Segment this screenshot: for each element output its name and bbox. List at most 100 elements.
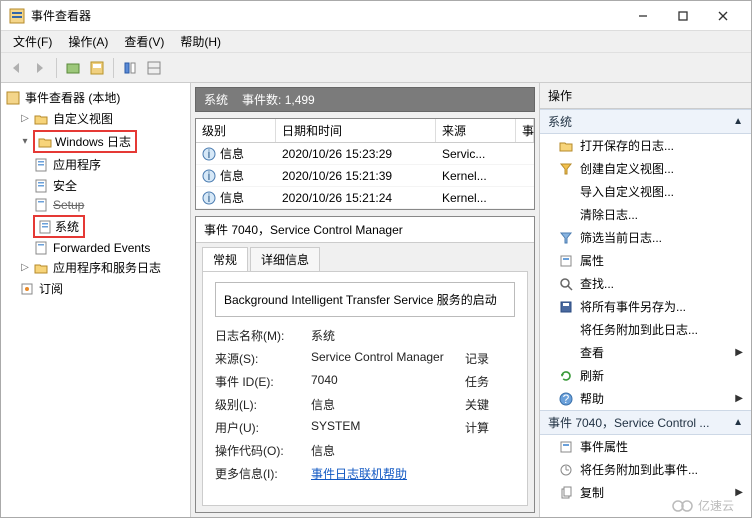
toolbar xyxy=(1,53,751,83)
toolbar-icon[interactable] xyxy=(143,57,165,79)
user-value: SYSTEM xyxy=(311,419,459,436)
save-icon xyxy=(558,299,574,315)
action-event-properties[interactable]: 事件属性 xyxy=(540,435,751,458)
action-properties[interactable]: 属性 xyxy=(540,249,751,272)
actions-header: 操作 xyxy=(540,83,751,109)
tree-forwarded-log[interactable]: Forwarded Events xyxy=(31,239,188,257)
chevron-up-icon: ▲ xyxy=(733,417,743,428)
opcode-label: 操作代码(O): xyxy=(215,442,305,459)
properties-icon xyxy=(558,439,574,455)
actions-panel: 操作 系统 ▲ 打开保存的日志... 创建自定义视图... 导入自定义视图...… xyxy=(539,83,751,517)
tree-root-icon xyxy=(5,90,21,106)
action-create-custom-view[interactable]: 创建自定义视图... xyxy=(540,157,751,180)
svg-text:i: i xyxy=(208,147,211,161)
chevron-right-icon: ▶ xyxy=(735,393,743,404)
col-level[interactable]: 级别 xyxy=(196,119,276,142)
opcode-value: 信息 xyxy=(311,442,459,459)
action-attach-task-log[interactable]: 将任务附加到此日志... xyxy=(540,318,751,341)
event-message: Background Intelligent Transfer Service … xyxy=(215,282,515,317)
tab-details[interactable]: 详细信息 xyxy=(250,247,320,271)
tree-app-service-logs[interactable]: ▷ 应用程序和服务日志 xyxy=(17,257,188,278)
tree-root-label: 事件查看器 (本地) xyxy=(23,88,122,107)
action-refresh[interactable]: 刷新 xyxy=(540,364,751,387)
folder-icon xyxy=(33,111,49,127)
log-name-label: 日志名称(M): xyxy=(215,327,305,344)
back-button[interactable] xyxy=(5,57,27,79)
events-panel-header: 系统 事件数: 1,499 xyxy=(195,87,535,112)
toolbar-icon[interactable] xyxy=(119,57,141,79)
forward-button[interactable] xyxy=(29,57,51,79)
maximize-button[interactable] xyxy=(663,2,703,30)
center-panel: 系统 事件数: 1,499 级别 日期和时间 来源 事 i信息 2020/10/… xyxy=(191,83,539,517)
help-icon: ? xyxy=(558,391,574,407)
event-detail-pane: 事件 7040，Service Control Manager 常规 详细信息 … xyxy=(195,216,535,513)
filter-icon xyxy=(558,230,574,246)
log-name-value: 系统 xyxy=(311,327,459,344)
tree-system-log[interactable]: 系统 xyxy=(31,214,188,239)
info-icon: i xyxy=(202,191,216,205)
action-save-all-events[interactable]: 将所有事件另存为... xyxy=(540,295,751,318)
menu-view[interactable]: 查看(V) xyxy=(116,31,172,52)
minimize-button[interactable] xyxy=(623,2,663,30)
action-find[interactable]: 查找... xyxy=(540,272,751,295)
tree-setup-log[interactable]: Setup xyxy=(31,196,188,214)
action-filter-current-log[interactable]: 筛选当前日志... xyxy=(540,226,751,249)
grid-row[interactable]: i信息 2020/10/26 15:23:29 Servic... xyxy=(196,143,534,165)
copy-icon xyxy=(558,485,574,501)
tree-root[interactable]: 事件查看器 (本地) xyxy=(3,87,188,108)
events-grid[interactable]: 级别 日期和时间 来源 事 i信息 2020/10/26 15:23:29 Se… xyxy=(195,118,535,210)
action-open-saved-log[interactable]: 打开保存的日志... xyxy=(540,134,751,157)
toolbar-icon[interactable] xyxy=(62,57,84,79)
separator xyxy=(113,58,114,78)
tab-general[interactable]: 常规 xyxy=(202,247,248,271)
grid-row[interactable]: i信息 2020/10/26 15:21:39 Kernel... xyxy=(196,165,534,187)
col-datetime[interactable]: 日期和时间 xyxy=(276,119,436,142)
detail-title: 事件 7040，Service Control Manager xyxy=(196,217,534,243)
close-button[interactable] xyxy=(703,2,743,30)
events-count: 1,499 xyxy=(285,93,315,107)
tree-custom-views[interactable]: ▷ 自定义视图 xyxy=(17,108,188,129)
actions-section-system[interactable]: 系统 ▲ xyxy=(540,109,751,134)
app-icon xyxy=(9,8,25,24)
svg-text:?: ? xyxy=(563,392,570,406)
tree-app-log[interactable]: 应用程序 xyxy=(31,154,188,175)
log-icon xyxy=(33,178,49,194)
refresh-icon xyxy=(558,368,574,384)
expand-icon[interactable]: ▷ xyxy=(19,113,31,125)
eventid-value: 7040 xyxy=(311,373,459,390)
action-attach-task-event[interactable]: 将任务附加到此事件... xyxy=(540,458,751,481)
action-help[interactable]: ?帮助▶ xyxy=(540,387,751,410)
action-import-custom-view[interactable]: 导入自定义视图... xyxy=(540,180,751,203)
chevron-up-icon: ▲ xyxy=(733,116,743,127)
col-eventid[interactable]: 事 xyxy=(516,119,534,142)
col-source[interactable]: 来源 xyxy=(436,119,516,142)
tree-windows-logs[interactable]: ▾ Windows 日志 xyxy=(17,129,188,154)
tree-security-log[interactable]: 安全 xyxy=(31,175,188,196)
folder-icon xyxy=(33,260,49,276)
toolbar-icon[interactable] xyxy=(86,57,108,79)
main-area: 事件查看器 (本地) ▷ 自定义视图 ▾ xyxy=(1,83,751,517)
action-view[interactable]: 查看▶ xyxy=(540,341,751,364)
detail-body: Background Intelligent Transfer Service … xyxy=(202,271,528,506)
detail-tabs: 常规 详细信息 xyxy=(196,243,534,271)
grid-row[interactable]: i信息 2020/10/26 15:21:24 Kernel... xyxy=(196,187,534,209)
menu-file[interactable]: 文件(F) xyxy=(5,31,60,52)
separator xyxy=(56,58,57,78)
info-icon: i xyxy=(202,169,216,183)
menu-help[interactable]: 帮助(H) xyxy=(172,31,229,52)
menu-action[interactable]: 操作(A) xyxy=(60,31,116,52)
tree-panel: 事件查看器 (本地) ▷ 自定义视图 ▾ xyxy=(1,83,191,517)
log-icon xyxy=(33,157,49,173)
filter-icon xyxy=(558,161,574,177)
action-clear-log[interactable]: 清除日志... xyxy=(540,203,751,226)
online-help-link[interactable]: 事件日志联机帮助 xyxy=(311,467,407,481)
chevron-right-icon: ▶ xyxy=(735,347,743,358)
grid-header[interactable]: 级别 日期和时间 来源 事 xyxy=(196,119,534,143)
expand-icon[interactable]: ▷ xyxy=(19,262,31,274)
chevron-right-icon: ▶ xyxy=(735,487,743,498)
tree-subscriptions[interactable]: 订阅 xyxy=(17,278,188,299)
actions-section-event[interactable]: 事件 7040，Service Control ... ▲ xyxy=(540,410,751,435)
action-copy[interactable]: 复制▶ xyxy=(540,481,751,504)
task-icon xyxy=(558,462,574,478)
collapse-icon[interactable]: ▾ xyxy=(19,136,31,148)
